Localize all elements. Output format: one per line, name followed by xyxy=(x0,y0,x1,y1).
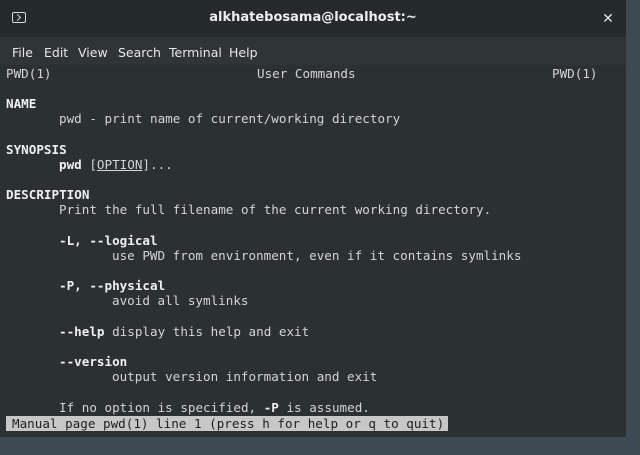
option-help: --help xyxy=(59,324,105,339)
man-header-right: PWD(1) xyxy=(552,66,598,81)
description-text: Print the full filename of the current w… xyxy=(59,202,492,217)
menu-help[interactable]: Help xyxy=(229,45,258,60)
menu-edit[interactable]: Edit xyxy=(44,45,68,60)
menu-view[interactable]: View xyxy=(78,45,108,60)
default-note-pre: If no option is specified, xyxy=(59,400,264,415)
close-icon[interactable]: ✕ xyxy=(600,11,616,27)
menu-file[interactable]: File xyxy=(12,45,33,60)
option-version: --version xyxy=(59,354,128,369)
description-heading: DESCRIPTION xyxy=(6,187,90,202)
menu-bar: File Edit View Search Terminal Help xyxy=(0,37,626,66)
default-note: If no option is specified, -P is assumed… xyxy=(59,401,370,415)
name-text: pwd - print name of current/working dire… xyxy=(59,111,401,126)
option-logical: -L, --logical xyxy=(59,233,158,248)
scrollbar[interactable] xyxy=(614,65,626,437)
default-note-post: is assumed. xyxy=(278,400,370,415)
man-header-left: PWD(1) xyxy=(6,66,52,81)
option-help-desc: display this help and exit xyxy=(104,324,310,339)
option-logical-desc: use PWD from environment, even if it con… xyxy=(112,248,522,263)
synopsis-line: pwd [OPTION]... xyxy=(59,157,173,172)
name-heading: NAME xyxy=(6,96,37,111)
menu-search[interactable]: Search xyxy=(118,45,161,60)
terminal-content[interactable]: PWD(1) User Commands PWD(1) NAME pwd - p… xyxy=(0,65,614,437)
window-title: alkhatebosama@localhost:~ xyxy=(209,10,417,25)
synopsis-heading: SYNOPSIS xyxy=(6,142,67,157)
man-header-center: User Commands xyxy=(257,66,356,81)
option-physical: -P, --physical xyxy=(59,278,166,293)
option-version-desc: output version information and exit xyxy=(112,369,378,384)
terminal-window: alkhatebosama@localhost:~ ✕ File Edit Vi… xyxy=(0,0,626,437)
menu-terminal[interactable]: Terminal xyxy=(169,45,222,60)
option-help-line: --help display this help and exit xyxy=(59,325,309,339)
desktop-background-bottom xyxy=(0,437,640,455)
pager-status-line: Manual page pwd(1) line 1 (press h for h… xyxy=(6,416,449,431)
synopsis-option: OPTION xyxy=(96,157,143,172)
synopsis-command: pwd xyxy=(59,157,82,172)
desktop-background-right xyxy=(626,0,640,455)
option-physical-desc: avoid all symlinks xyxy=(112,293,249,308)
title-bar[interactable]: alkhatebosama@localhost:~ ✕ xyxy=(0,0,626,37)
default-note-option: -P xyxy=(263,400,279,415)
